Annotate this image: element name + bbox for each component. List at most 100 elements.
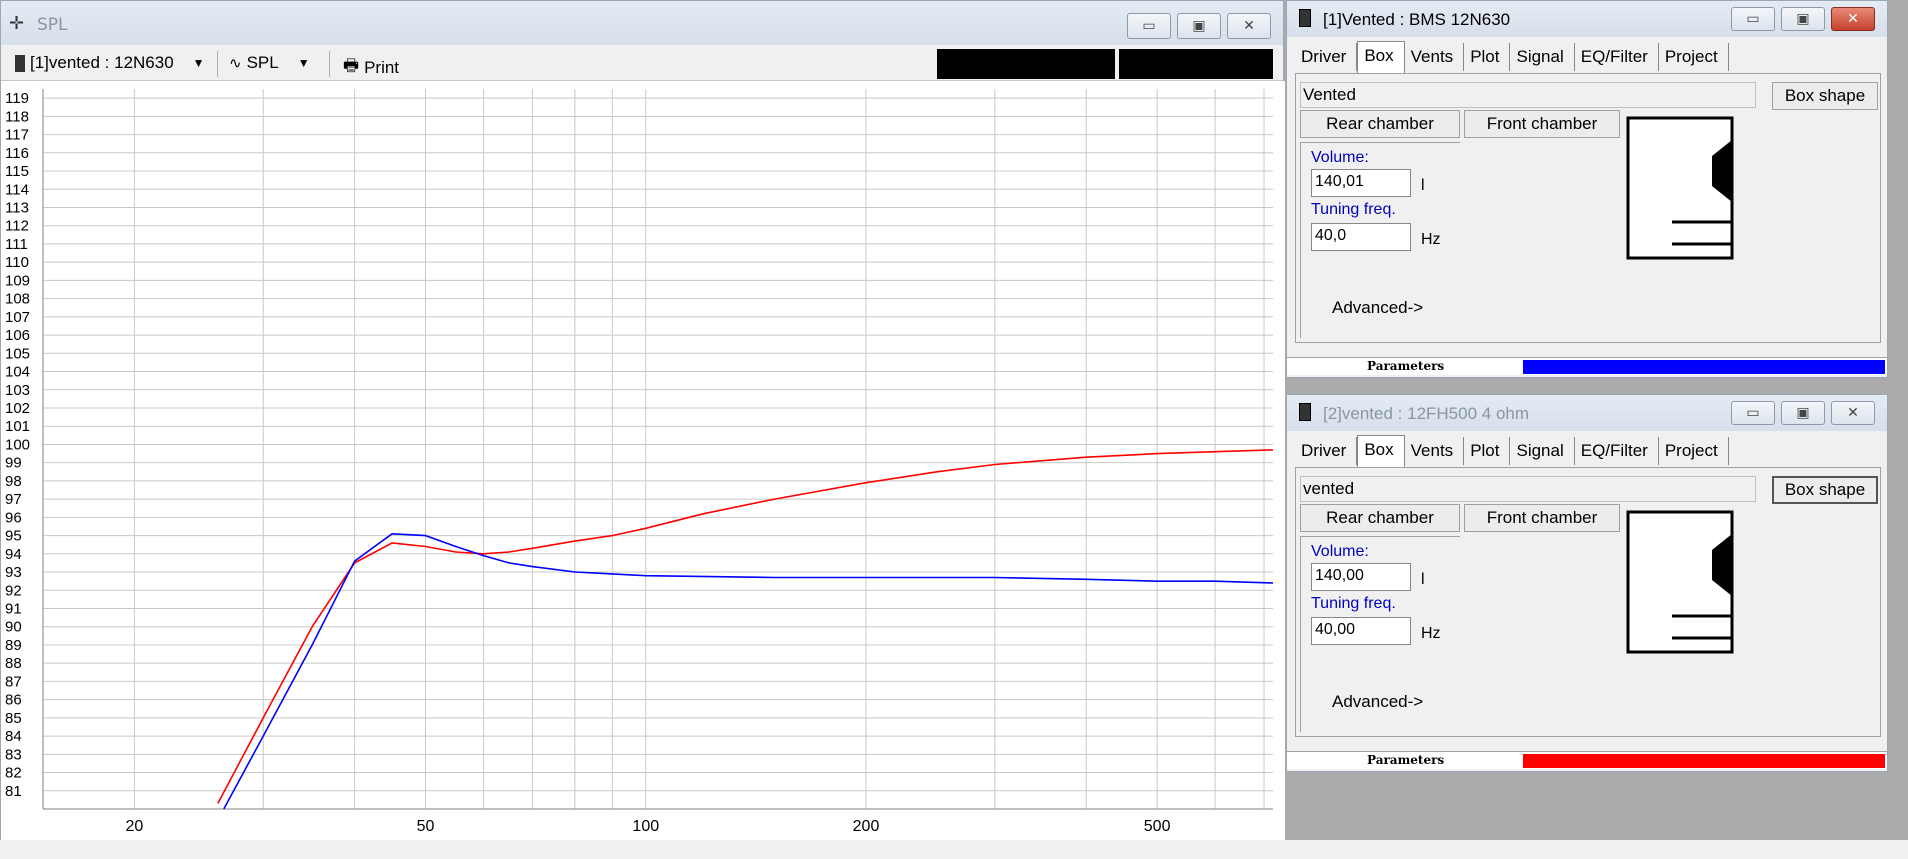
crosshair-icon: ✛	[9, 13, 25, 34]
spl-title-bar[interactable]: ✛ SPL ▭ ▣ ✕	[1, 1, 1283, 45]
close-button[interactable]: ✕	[1227, 13, 1271, 39]
y-tick-label: 98	[5, 473, 22, 490]
panel-1-tabs: Driver Box Vents Plot Signal EQ/Filter P…	[1295, 41, 1729, 73]
print-label: Print	[364, 57, 400, 77]
front-chamber-button[interactable]: Front chamber	[1464, 504, 1620, 532]
rear-chamber-button[interactable]: Rear chamber	[1300, 504, 1460, 532]
y-tick-label: 103	[5, 382, 30, 399]
x-tick-label: 200	[853, 818, 880, 835]
tab-driver[interactable]: Driver	[1295, 43, 1358, 71]
minimize-button[interactable]: ▭	[1127, 13, 1171, 39]
tuning-freq-unit: Hz	[1421, 231, 1441, 248]
y-tick-label: 86	[5, 692, 22, 709]
y-tick-label: 88	[5, 655, 22, 672]
y-tick-label: 84	[5, 728, 22, 745]
panel-1-window-controls: ▭ ▣ ✕	[1731, 7, 1875, 31]
minimize-button[interactable]: ▭	[1731, 7, 1775, 31]
waveform-icon: ∿	[229, 55, 242, 72]
panel-1-title-bar[interactable]: [1]Vented : BMS 12N630 ▭ ▣ ✕	[1287, 1, 1887, 37]
spl-chart[interactable]: 81 82 83 84 85 86 87 88 89 90 91 92 93 94 95 96 97 98 99 10…	[1, 81, 1285, 841]
close-button[interactable]: ✕	[1831, 401, 1875, 425]
front-chamber-button[interactable]: Front chamber	[1464, 110, 1620, 138]
advanced-button[interactable]: Advanced->	[1332, 692, 1423, 712]
volume-input[interactable]: 140,00	[1311, 563, 1411, 591]
advanced-button[interactable]: Advanced->	[1332, 298, 1423, 318]
box-diagram	[1626, 510, 1734, 654]
volume-input[interactable]: 140,01	[1311, 169, 1411, 197]
panel-1-box-page: Vented Box shape Rear chamber Front cham…	[1295, 73, 1881, 343]
tuning-freq-label: Tuning freq.	[1311, 201, 1396, 218]
series-line-blue	[223, 532, 1274, 810]
tab-plot[interactable]: Plot	[1464, 43, 1511, 71]
y-tick-label: 101	[5, 418, 30, 435]
y-tick-label: 104	[5, 364, 30, 381]
rear-chamber-button[interactable]: Rear chamber	[1300, 110, 1460, 138]
tab-signal[interactable]: Signal	[1510, 437, 1575, 465]
spl-toolbar: [1]vented : 12N630 ▼ ∿ SPL ▼ 🖶 Print	[1, 45, 1283, 81]
y-tick-label: 118	[5, 108, 29, 125]
chevron-down-icon: ▼	[297, 56, 310, 70]
driver-select[interactable]: [1]vented : 12N630 ▼	[15, 53, 205, 73]
y-tick-label: 102	[5, 400, 30, 417]
tuning-freq-unit: Hz	[1421, 625, 1441, 642]
y-tick-label: 107	[5, 309, 30, 326]
y-tick-label: 113	[5, 199, 29, 216]
parameters-bar[interactable]: Parameters	[1287, 357, 1887, 375]
tab-box[interactable]: Box	[1357, 435, 1405, 467]
y-tick-label: 97	[5, 491, 22, 508]
readout-box-right	[1119, 49, 1273, 79]
tab-eq-filter[interactable]: EQ/Filter	[1575, 43, 1659, 71]
y-tick-label: 92	[5, 582, 22, 599]
y-tick-label: 96	[5, 509, 22, 526]
status-strip	[0, 840, 1908, 859]
tab-eq-filter[interactable]: EQ/Filter	[1575, 437, 1659, 465]
tuning-freq-input[interactable]: 40,00	[1311, 617, 1411, 645]
series-color-swatch	[1523, 754, 1885, 768]
tuning-freq-input[interactable]: 40,0	[1311, 223, 1411, 251]
maximize-button[interactable]: ▣	[1781, 401, 1825, 425]
box-shape-button[interactable]: Box shape	[1772, 82, 1878, 110]
maximize-button[interactable]: ▣	[1781, 7, 1825, 31]
panel-2-title-bar[interactable]: [2]vented : 12FH500 4 ohm ▭ ▣ ✕	[1287, 395, 1887, 431]
x-tick-label: 20	[126, 818, 144, 835]
print-button[interactable]: 🖶 Print	[343, 53, 399, 82]
tab-plot[interactable]: Plot	[1464, 437, 1511, 465]
y-tick-label: 108	[5, 291, 30, 308]
tab-signal[interactable]: Signal	[1510, 43, 1575, 71]
y-tick-label: 109	[5, 272, 30, 289]
y-tick-label: 99	[5, 455, 22, 472]
box-name-field[interactable]: vented	[1300, 476, 1756, 502]
tab-vents[interactable]: Vents	[1405, 43, 1465, 71]
y-tick-label: 106	[5, 327, 30, 344]
series-color-swatch	[1523, 360, 1885, 374]
spl-chart-svg: 8182 83848586 87888990 9192939495 96979899 10…	[5, 89, 1274, 835]
tab-vents[interactable]: Vents	[1405, 437, 1465, 465]
y-tick-label: 91	[5, 600, 22, 617]
volume-unit: l	[1421, 177, 1425, 194]
y-tick-label: 119	[5, 90, 29, 107]
toolbar-divider	[329, 51, 330, 77]
tab-driver[interactable]: Driver	[1295, 437, 1358, 465]
box-name-field[interactable]: Vented	[1300, 82, 1756, 108]
spl-window-controls: ▭ ▣ ✕	[1127, 13, 1271, 39]
y-tick-label: 111	[5, 236, 28, 253]
y-tick-label: 90	[5, 619, 22, 636]
panel-1-title: [1]Vented : BMS 12N630	[1323, 10, 1511, 29]
close-button[interactable]: ✕	[1831, 7, 1875, 31]
tab-box[interactable]: Box	[1357, 41, 1405, 73]
box-shape-button[interactable]: Box shape	[1772, 476, 1878, 504]
box-diagram	[1626, 116, 1734, 260]
maximize-button[interactable]: ▣	[1177, 13, 1221, 39]
panel-2-title: [2]vented : 12FH500 4 ohm	[1323, 404, 1530, 423]
parameters-bar[interactable]: Parameters	[1287, 751, 1887, 769]
graph-select[interactable]: ∿ SPL ▼	[229, 53, 310, 73]
speaker-icon	[15, 54, 25, 72]
tab-project[interactable]: Project	[1659, 437, 1729, 465]
y-tick-label: 85	[5, 710, 22, 727]
minimize-button[interactable]: ▭	[1731, 401, 1775, 425]
y-tick-label: 95	[5, 528, 22, 545]
tab-project[interactable]: Project	[1659, 43, 1729, 71]
spl-window: ✛ SPL ▭ ▣ ✕ [1]vented : 12N630 ▼ ∿ SPL ▼…	[0, 0, 1285, 841]
parameters-label: Parameters	[1367, 359, 1445, 373]
x-tick-label: 500	[1144, 818, 1171, 835]
